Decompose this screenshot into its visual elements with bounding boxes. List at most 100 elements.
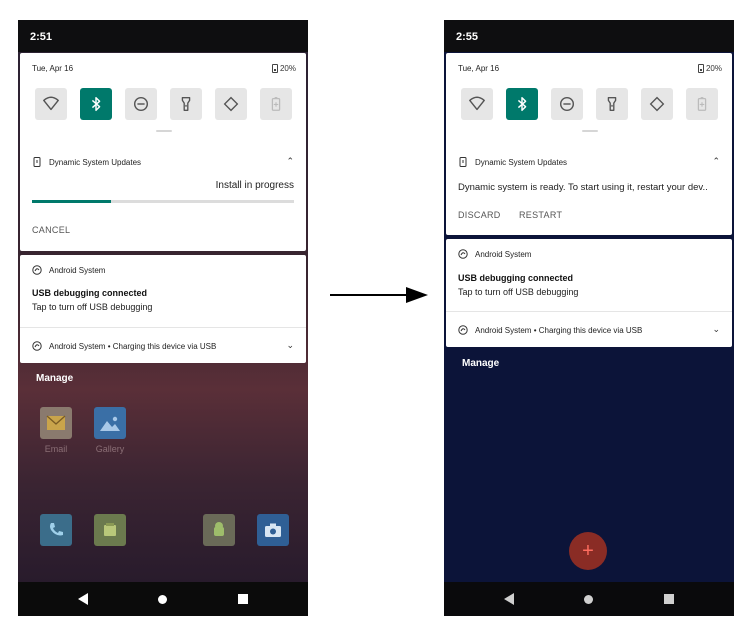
android-system-notification-group: Android System USB debugging connected T… (20, 255, 306, 363)
auto-rotate-icon (649, 96, 665, 112)
gallery-app-icon (94, 407, 126, 439)
do-not-disturb-icon (559, 96, 575, 112)
dsu-notification[interactable]: Dynamic System Updates ⌃ Dynamic system … (446, 147, 732, 235)
auto-rotate-tile[interactable] (215, 88, 247, 120)
notification-summary: Android System • Charging this device vi… (475, 325, 643, 335)
do-not-disturb-tile[interactable] (551, 88, 583, 120)
add-fab-button[interactable]: + (569, 532, 607, 570)
battery-icon (697, 64, 704, 73)
email-app-icon (40, 407, 72, 439)
status-bar: 2:51 (18, 20, 308, 52)
android-system-notification-group: Android System USB debugging connected T… (446, 239, 732, 347)
usb-debugging-notification[interactable]: Android System USB debugging connected T… (20, 255, 306, 327)
navigation-bar (18, 582, 308, 616)
collapse-chevron-icon[interactable]: ⌃ (286, 156, 294, 167)
recents-icon[interactable] (664, 594, 674, 604)
system-update-icon (33, 157, 41, 167)
notification-text: Tap to turn off USB debugging (32, 302, 153, 312)
battery-percent: 20% (279, 64, 296, 73)
phone-app[interactable] (40, 514, 72, 546)
install-status: Install in progress (215, 180, 294, 191)
qs-battery: 20% (271, 64, 296, 73)
wifi-icon (469, 96, 485, 111)
notification-app-name: Dynamic System Updates (49, 157, 142, 167)
android-system-icon (32, 265, 42, 275)
status-time: 2:55 (456, 31, 479, 43)
store-app[interactable] (203, 514, 235, 546)
app-label: Gallery (95, 444, 125, 454)
panel-drag-handle[interactable] (156, 130, 172, 132)
expand-chevron-icon[interactable]: ⌄ (286, 340, 294, 351)
camera-app-icon (257, 514, 289, 546)
expand-chevron-icon[interactable]: ⌄ (712, 324, 720, 335)
discard-button[interactable]: DISCARD (458, 210, 501, 220)
email-app[interactable]: Email (40, 407, 72, 454)
battery-saver-icon (271, 97, 281, 111)
qs-date: Tue, Apr 16 (32, 64, 74, 73)
bluetooth-tile[interactable] (80, 88, 112, 120)
notification-app-name: Android System (49, 265, 106, 275)
install-progress-bar (32, 200, 294, 203)
collapse-chevron-icon[interactable]: ⌃ (712, 156, 720, 167)
cancel-button[interactable]: CANCEL (32, 225, 70, 235)
android-app-icon (203, 514, 235, 546)
home-icon[interactable] (158, 595, 167, 604)
bluetooth-icon (91, 96, 101, 112)
restart-button[interactable]: RESTART (519, 210, 562, 220)
android-system-icon (458, 249, 468, 259)
app-label: Email (44, 444, 68, 454)
navigation-bar (444, 582, 734, 616)
do-not-disturb-tile[interactable] (125, 88, 157, 120)
notification-text: Dynamic system is ready. To start using … (458, 182, 708, 193)
notification-app-name: Android System (475, 249, 532, 259)
home-icon[interactable] (584, 595, 593, 604)
auto-rotate-tile[interactable] (641, 88, 673, 120)
notification-summary: Android System • Charging this device vi… (49, 341, 217, 351)
flashlight-tile[interactable] (170, 88, 202, 120)
gallery-app[interactable]: Gallery (94, 407, 126, 454)
battery-icon (271, 64, 278, 73)
auto-rotate-icon (223, 96, 239, 112)
plus-icon: + (582, 539, 594, 562)
wifi-icon (43, 96, 59, 111)
manage-notifications-button[interactable]: Manage (36, 373, 73, 384)
charging-notification[interactable]: Android System • Charging this device vi… (446, 312, 732, 347)
recents-icon[interactable] (238, 594, 248, 604)
install-progress-fill (32, 200, 111, 203)
android-system-icon (32, 341, 42, 351)
back-icon[interactable] (78, 593, 88, 605)
status-bar: 2:55 (444, 20, 734, 52)
phone-screen-before: 2:51 Tue, Apr 16 20% Dynamic System Upda… (18, 20, 308, 616)
phone-screen-after: 2:55 Tue, Apr 16 20% Dynamic System Upda… (444, 20, 734, 616)
qs-battery: 20% (697, 64, 722, 73)
flashlight-icon (181, 97, 191, 111)
notification-text: Tap to turn off USB debugging (458, 287, 579, 297)
manage-notifications-button[interactable]: Manage (462, 358, 499, 369)
usb-debugging-notification[interactable]: Android System USB debugging connected T… (446, 239, 732, 311)
dsu-notification[interactable]: Dynamic System Updates ⌃ Install in prog… (20, 147, 306, 251)
notification-app-name: Dynamic System Updates (475, 157, 568, 167)
flashlight-icon (607, 97, 617, 111)
wifi-tile[interactable] (461, 88, 493, 120)
system-update-icon (459, 157, 467, 167)
wifi-tile[interactable] (35, 88, 67, 120)
battery-saver-tile[interactable] (260, 88, 292, 120)
back-icon[interactable] (504, 593, 514, 605)
bluetooth-icon (517, 96, 527, 112)
android-system-icon (458, 325, 468, 335)
messaging-app[interactable] (94, 514, 126, 546)
notification-title: USB debugging connected (458, 273, 574, 283)
messaging-app-icon (94, 514, 126, 546)
notification-title: USB debugging connected (32, 288, 148, 298)
charging-notification[interactable]: Android System • Charging this device vi… (20, 328, 306, 363)
qs-date: Tue, Apr 16 (458, 64, 500, 73)
camera-app[interactable] (257, 514, 289, 546)
transition-arrow-icon (330, 287, 428, 303)
status-time: 2:51 (30, 31, 53, 43)
bluetooth-tile[interactable] (506, 88, 538, 120)
do-not-disturb-icon (133, 96, 149, 112)
panel-drag-handle[interactable] (582, 130, 598, 132)
battery-saver-tile[interactable] (686, 88, 718, 120)
flashlight-tile[interactable] (596, 88, 628, 120)
battery-saver-icon (697, 97, 707, 111)
